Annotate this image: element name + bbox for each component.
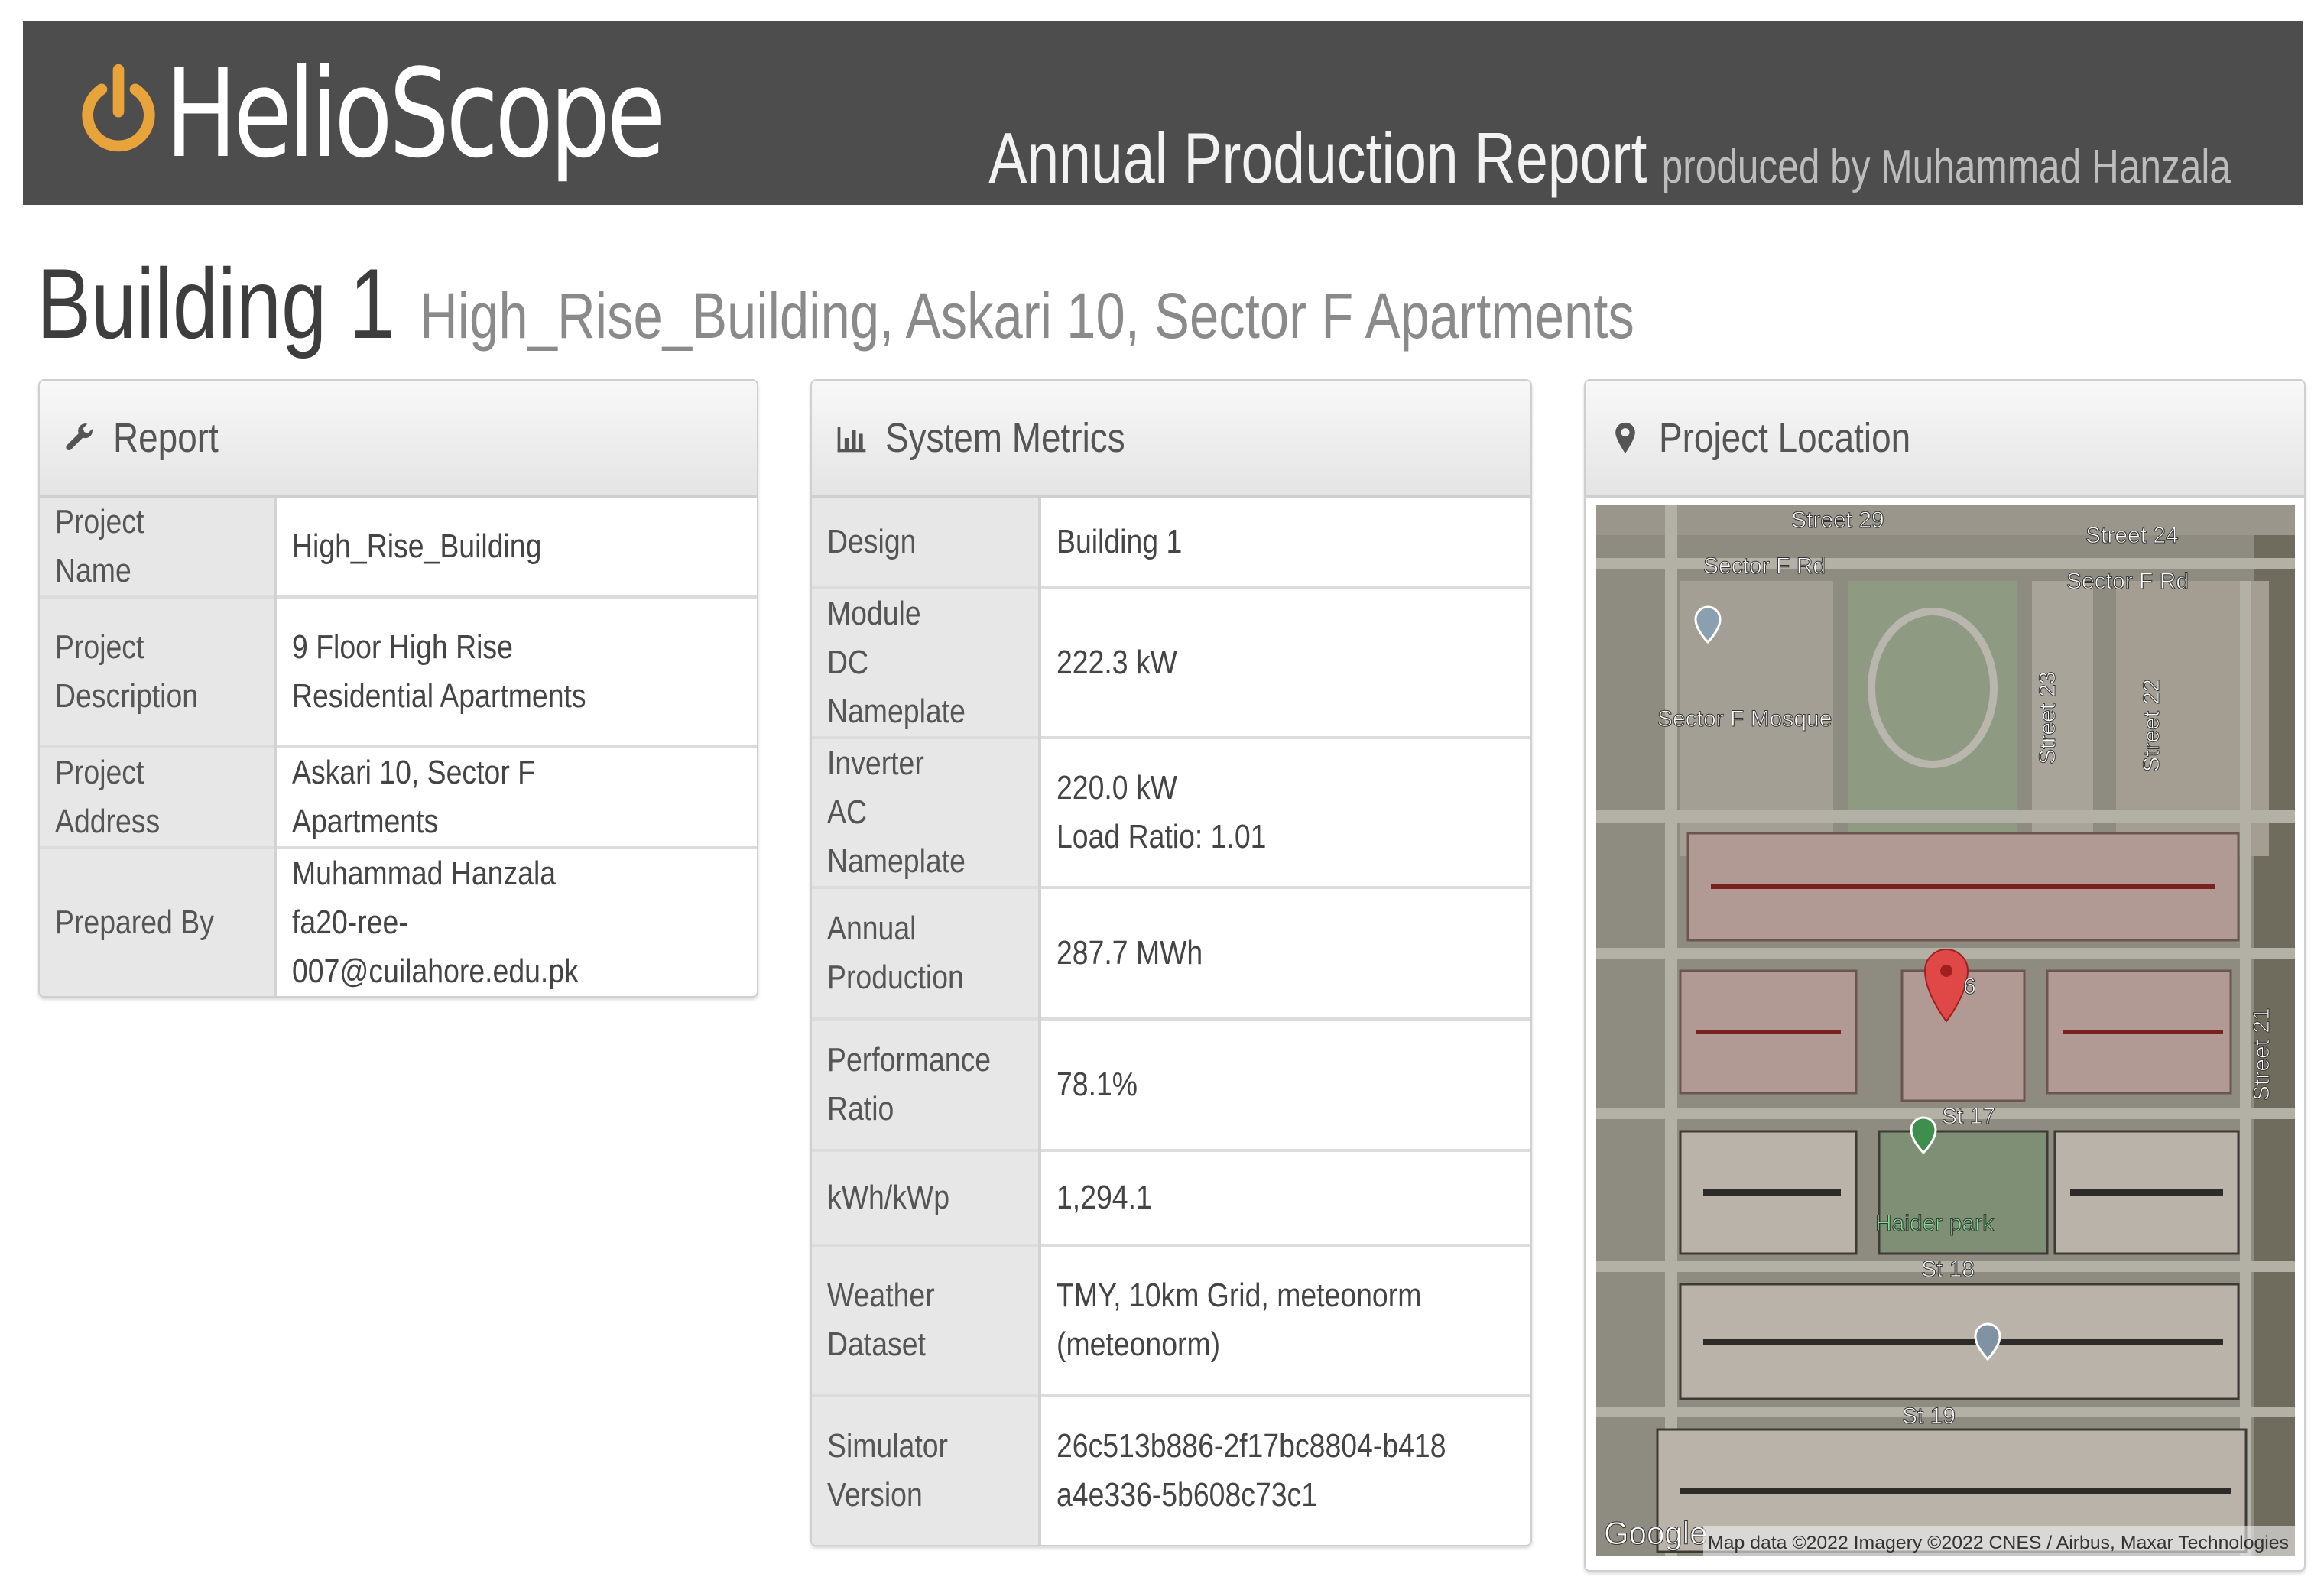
table-row: Project Name High_Rise_Building [40, 498, 757, 597]
report-panel: Report Project Name High_Rise_Building P… [38, 379, 758, 998]
design-name: Building 1 [37, 248, 395, 359]
map-label: St 17 [1942, 1104, 1995, 1129]
table-row: Inverter AC Nameplate 220.0 kW Load Rati… [812, 736, 1530, 887]
email-link[interactable]: fa20-ree-007@cuilahore.edu.pk [292, 898, 674, 996]
row-label: Inverter AC Nameplate [812, 736, 1041, 887]
row-label: Project Address [40, 745, 277, 848]
satellite-map[interactable]: Street 29 Street 24 Sector F Rd Sector F… [1596, 505, 2295, 1556]
map-label: Street 21 [2249, 1008, 2274, 1101]
row-label: kWh/kWp [812, 1149, 1041, 1245]
map-pin-icon [1615, 422, 1635, 454]
row-value: 1,294.1 [1040, 1149, 1530, 1245]
table-row: Project Description 9 Floor High Rise Re… [40, 595, 757, 747]
table-row: Prepared By Muhammad Hanzala fa20-ree-00… [40, 846, 757, 996]
map-label: Street 24 [2085, 523, 2179, 548]
metrics-panel-title: System Metrics [885, 415, 1125, 461]
project-location-panel: Project Location Street 29 Street 24 Sec… [1584, 379, 2306, 1572]
report-header: HelioScope Annual Production Report prod… [23, 21, 2303, 205]
metrics-table: Design Building 1 Module DC Nameplate 22… [812, 498, 1530, 1545]
system-metrics-panel: System Metrics Design Building 1 Module … [810, 379, 1532, 1546]
row-value: 222.3 kW [1040, 586, 1530, 738]
map-label: 6 [1963, 974, 1976, 999]
map-label: Street 29 [1791, 508, 1884, 533]
report-title-main: Annual Production Report [988, 118, 1647, 198]
row-value: 9 Floor High Rise Residential Apartments [275, 595, 757, 747]
row-label: Simulator Version [812, 1394, 1041, 1545]
row-value: 220.0 kW Load Ratio: 1.01 [1040, 736, 1530, 887]
row-value: 287.7 MWh [1040, 886, 1530, 1019]
location-panel-title: Project Location [1659, 415, 1911, 461]
map-label: Sector F Mosque [1657, 706, 1832, 732]
row-value: TMY, 10km Grid, meteonorm (meteonorm) [1040, 1244, 1530, 1395]
google-logo: Google [1604, 1515, 1707, 1551]
report-panel-header: Report [40, 381, 757, 498]
table-row: Performance Ratio 78.1% [812, 1017, 1530, 1150]
table-row: Project Address Askari 10, Sector F Apar… [40, 745, 757, 848]
row-label: Module DC Nameplate [812, 586, 1041, 738]
row-label: Performance Ratio [812, 1017, 1041, 1150]
power-icon [82, 63, 155, 152]
row-value: 78.1% [1040, 1017, 1530, 1150]
row-label: Prepared By [40, 846, 277, 996]
map-label: St 18 [1921, 1257, 1975, 1282]
row-label: Weather Dataset [812, 1244, 1041, 1395]
bar-chart-icon [837, 427, 866, 453]
row-value: Askari 10, Sector F Apartments [275, 745, 757, 848]
table-row: Annual Production 287.7 MWh [812, 886, 1530, 1019]
table-row: kWh/kWp 1,294.1 [812, 1149, 1530, 1245]
report-producer: produced by Muhammad Hanzala [1661, 141, 2231, 193]
row-value: Building 1 [1040, 498, 1530, 588]
row-value: High_Rise_Building [275, 498, 757, 597]
report-panel-title: Report [113, 415, 219, 461]
map-attribution: Map data ©2022 Imagery ©2022 CNES / Airb… [1708, 1533, 2289, 1553]
wrench-icon [66, 423, 93, 450]
design-description: High_Rise_Building, Askari 10, Sector F … [420, 280, 1634, 352]
table-row: Module DC Nameplate 222.3 kW [812, 586, 1530, 738]
map-label: Sector F Rd [1703, 553, 1826, 579]
map-label: Street 23 [2035, 671, 2060, 764]
map-label: Street 22 [2139, 679, 2164, 772]
table-row: Design Building 1 [812, 498, 1530, 588]
row-value: Muhammad Hanzala fa20-ree-007@cuilahore.… [275, 846, 757, 996]
row-label: Project Name [40, 498, 277, 597]
row-label: Design [812, 498, 1041, 588]
row-label: Project Description [40, 595, 277, 747]
location-panel-header: Project Location [1586, 381, 2304, 498]
page-title: Building 1 High_Rise_Building, Askari 10… [37, 246, 1634, 361]
report-title: Annual Production Report produced by Muh… [988, 117, 2231, 200]
helioscope-logo: HelioScope [76, 37, 802, 190]
report-table: Project Name High_Rise_Building Project … [40, 498, 757, 996]
map-label: St 19 [1902, 1403, 1956, 1429]
brand-name: HelioScope [165, 41, 665, 185]
map-label: Haider park [1875, 1211, 1995, 1236]
map-label: Sector F Rd [2066, 569, 2189, 594]
row-label: Annual Production [812, 886, 1041, 1019]
table-row: Weather Dataset TMY, 10km Grid, meteonor… [812, 1244, 1530, 1395]
table-row: Simulator Version 26c513b886-2f17bc8804-… [812, 1394, 1530, 1545]
row-value: 26c513b886-2f17bc8804-b418a4e336-5b608c7… [1040, 1394, 1530, 1545]
metrics-panel-header: System Metrics [812, 381, 1530, 498]
